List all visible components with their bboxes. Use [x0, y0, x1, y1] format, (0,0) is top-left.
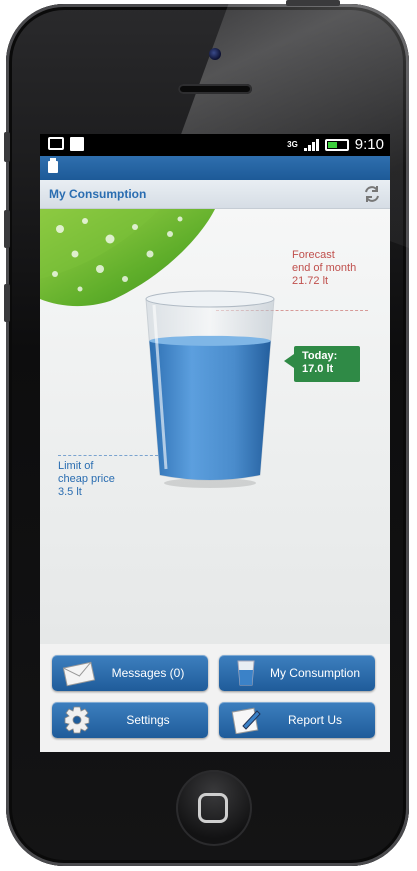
battery-icon	[324, 138, 349, 151]
volume-down-button	[4, 284, 10, 322]
home-square-icon	[198, 793, 228, 823]
page-title: My Consumption	[49, 187, 147, 201]
network-type: 3G	[287, 139, 298, 149]
water-level	[149, 340, 271, 480]
earpiece-speaker	[178, 84, 252, 94]
limit-value: 3.5 lt	[58, 486, 82, 498]
power-button	[286, 0, 340, 6]
today-value: 17.0 lt	[302, 363, 334, 375]
today-label: Today:	[302, 350, 338, 362]
today-badge: Today: 17.0 lt	[284, 346, 360, 382]
my-consumption-label: My Consumption	[269, 666, 361, 680]
notification-icon	[48, 137, 64, 150]
status-bar: 3G 9:10	[40, 134, 390, 156]
forecast-label: Forecast end of month	[292, 249, 357, 274]
forecast-value: 21.72 lt	[292, 275, 329, 287]
limit-marker-line	[58, 455, 158, 456]
settings-button[interactable]: Settings	[52, 702, 208, 738]
settings-label: Settings	[126, 713, 170, 727]
title-bar: My Consumption	[40, 180, 390, 209]
water-glass	[145, 290, 275, 488]
forecast-annotation: Forecast end of month 21.72 lt	[292, 249, 356, 288]
app-bar	[40, 156, 390, 180]
signal-icon	[303, 138, 319, 151]
messages-button[interactable]: Messages (0)	[52, 655, 208, 691]
mute-switch	[4, 132, 10, 162]
front-camera	[209, 48, 221, 60]
screen: 3G 9:10 My Consumption Forecast end of m…	[40, 134, 390, 752]
limit-annotation: Limit of cheap price 3.5 lt	[58, 460, 115, 499]
refresh-icon[interactable]	[362, 184, 382, 204]
my-consumption-button[interactable]: My Consumption	[219, 655, 375, 691]
report-us-label: Report Us	[287, 713, 343, 727]
app-icon	[48, 158, 58, 173]
water-surface	[149, 335, 271, 346]
messages-label: Messages (0)	[111, 666, 185, 680]
volume-up-button	[4, 210, 10, 248]
clock: 9:10	[354, 136, 384, 153]
report-us-button[interactable]: Report Us	[219, 702, 375, 738]
limit-label: Limit of cheap price	[58, 460, 115, 485]
shopping-bag-icon	[70, 137, 84, 151]
